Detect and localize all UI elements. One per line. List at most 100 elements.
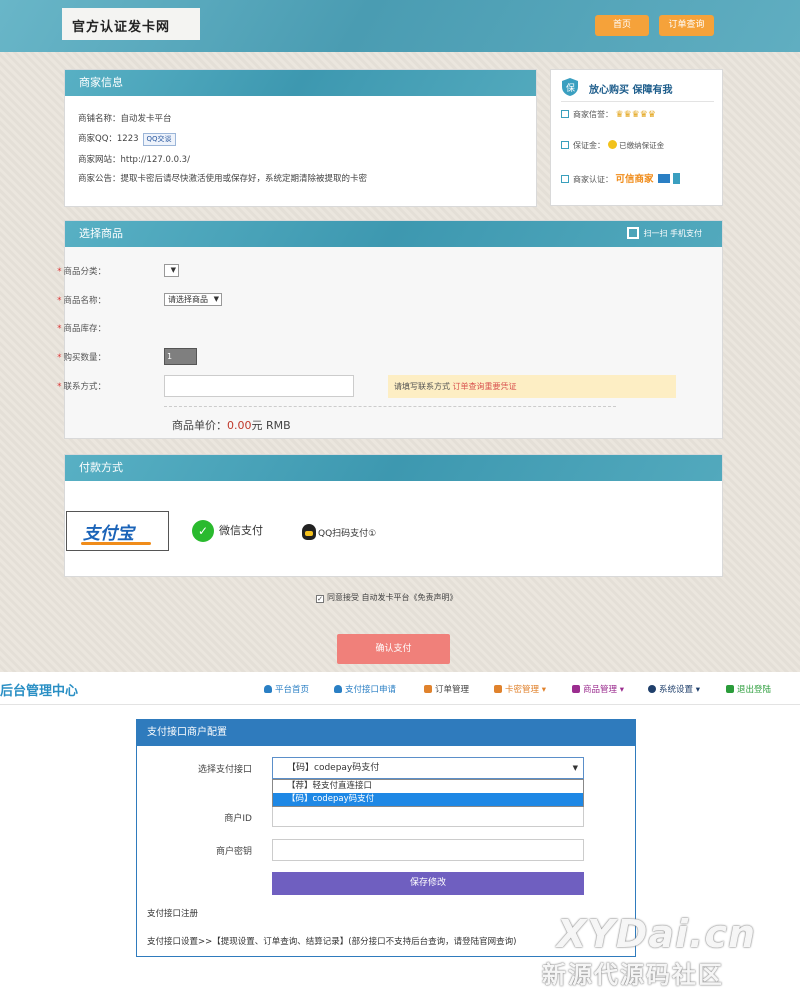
nav-card-manage[interactable]: 卡密管理 ▾ <box>494 683 546 695</box>
contact-hint-text: 请填写联系方式 <box>394 382 453 391</box>
merchant-id-input[interactable] <box>272 807 584 827</box>
dropdown-option[interactable]: 【荐】轻支付直连接口 <box>273 780 583 793</box>
cert-value: 可信商家 <box>615 174 654 185</box>
order-query-button[interactable]: 订单查询 <box>659 15 714 36</box>
product-name-label: * 商品名称： <box>57 296 106 306</box>
interface-settings-note[interactable]: 支付接口设置>>【提现设置、订单查询、结算记录】(部分接口不支持后台查询，请登陆… <box>147 935 516 947</box>
payment-title: 付款方式 <box>65 455 722 481</box>
stock-label: * 商品库存： <box>57 324 106 334</box>
nav-system-settings[interactable]: 系统设置 ▾ <box>648 683 700 695</box>
nav-label: 卡密管理 ▾ <box>505 685 546 695</box>
logout-icon <box>726 685 734 693</box>
scan-pay-label: 扫一扫 手机支付 <box>643 229 702 238</box>
wechat-pay-option[interactable]: ✓ 微信支付 <box>192 520 263 542</box>
top-header: 官方认证发卡网 首页 订单查询 <box>0 0 800 52</box>
wechat-pay-label: 微信支付 <box>219 524 263 537</box>
shield-icon: 保 <box>562 78 578 96</box>
contact-hint: 请填写联系方式 订单查询重要凭证 <box>388 375 676 398</box>
storefront: 官方认证发卡网 首页 订单查询 商家信息 商铺名称：自动发卡平台 商家QQ：12… <box>0 0 800 672</box>
trust-panel: 保 放心购买 保障有我 商家信誉： ♛♛♛♛♛ 保证金： 已缴纳保证金 商家认证… <box>550 69 723 206</box>
credit-row: 商家信誉： ♛♛♛♛♛ <box>561 109 656 120</box>
interface-select[interactable]: 【码】codepay码支付 ▼ <box>272 757 584 779</box>
chevron-down-icon: ▼ <box>170 266 176 274</box>
merchant-info-panel: 商家信息 商铺名称：自动发卡平台 商家QQ：1223 QQ交谈 商家网站：http… <box>64 69 537 207</box>
quantity-input[interactable]: 1 <box>164 348 197 365</box>
watermark-text: 新源代源码社区 <box>542 961 724 989</box>
product-select-value: 请选择商品 <box>168 295 208 304</box>
select-interface-label: 选择支付接口 <box>197 765 252 775</box>
merchant-qq-row: 商家QQ：1223 QQ交谈 <box>78 132 176 146</box>
contact-input[interactable] <box>164 375 354 397</box>
list-icon <box>424 685 432 693</box>
alipay-logo-text: 支付宝 <box>83 524 134 544</box>
crown-rating-icon: ♛♛♛♛♛ <box>615 110 656 120</box>
category-label: * 商品分类： <box>57 267 106 277</box>
contact-hint-emphasis: 订单查询重要凭证 <box>452 382 517 391</box>
cert-label: 商家认证： <box>573 175 613 184</box>
select-product-title: 选择商品 扫一扫 手机支付 <box>65 221 722 247</box>
chevron-down-icon: ▼ <box>213 295 219 303</box>
merchant-qq: 商家QQ：1223 <box>78 134 139 144</box>
merchant-key-label: 商户密钥 <box>215 847 252 857</box>
nav-platform-home[interactable]: 平台首页 <box>264 683 309 695</box>
chevron-down-icon: ▼ <box>572 764 578 772</box>
contact-label: * 联系方式： <box>57 382 106 392</box>
phone-icon <box>672 173 680 184</box>
scan-pay-link[interactable]: 扫一扫 手机支付 <box>627 221 702 247</box>
admin-brand[interactable]: 后台管理中心 <box>0 680 78 699</box>
gear-icon <box>648 685 656 693</box>
qq-pay-option[interactable]: QQ扫码支付① <box>302 524 376 540</box>
merchant-info-title: 商家信息 <box>65 70 536 96</box>
checkbox-checked-icon[interactable]: ✓ <box>316 595 324 603</box>
admin-navbar: 后台管理中心 平台首页 支付接口申请 订单管理 卡密管理 ▾ 商品管理 ▾ 系统… <box>0 672 800 705</box>
deposit-row: 保证金： 已缴纳保证金 <box>561 140 664 151</box>
qq-chat-button[interactable]: QQ交谈 <box>142 133 176 146</box>
interface-register-link[interactable]: 支付接口注册 <box>147 907 198 919</box>
nav-label: 平台首页 <box>275 685 310 695</box>
alipay-option[interactable]: 支付宝 <box>66 511 169 551</box>
product-name-label-text: 商品名称： <box>63 296 106 306</box>
price-value: 0.00 <box>227 419 252 432</box>
save-button[interactable]: 保存修改 <box>272 872 584 895</box>
card-icon <box>494 685 502 693</box>
deposit-label: 保证金： <box>573 141 605 150</box>
price-prefix: 商品单价： <box>172 419 227 432</box>
nav-label: 退出登陆 <box>737 685 772 695</box>
shop-name: 商铺名称：自动发卡平台 <box>78 114 172 124</box>
coin-icon <box>607 140 617 149</box>
stock-label-text: 商品库存： <box>63 324 106 334</box>
category-select[interactable]: ▼ <box>164 264 179 277</box>
cert-row: 商家认证： 可信商家 <box>561 171 680 185</box>
watermark-logo: XYDai.cn <box>557 912 757 956</box>
user-icon <box>264 685 272 693</box>
select-product-heading: 选择商品 <box>79 227 123 240</box>
svg-text:保: 保 <box>566 82 575 94</box>
wechat-check-icon: ✓ <box>192 520 214 542</box>
nav-logout[interactable]: 退出登陆 <box>726 683 771 695</box>
home-button[interactable]: 首页 <box>595 15 649 36</box>
payment-config-title: 支付接口商户配置 <box>137 720 635 746</box>
merchant-id-label: 商户ID <box>224 814 252 824</box>
quantity-label: * 购买数量： <box>57 353 106 363</box>
logo-text: 官方认证发卡网 <box>72 20 171 35</box>
deposit-value: 已缴纳保证金 <box>619 141 665 150</box>
qq-pay-label: QQ扫码支付① <box>318 529 377 539</box>
nav-product-manage[interactable]: 商品管理 ▾ <box>572 683 624 695</box>
nav-order-manage[interactable]: 订单管理 <box>424 683 469 695</box>
product-icon <box>572 685 580 693</box>
merchant-key-input[interactable] <box>272 839 584 861</box>
confirm-pay-button[interactable]: 确认支付 <box>337 634 450 664</box>
qrcode-icon <box>627 227 640 239</box>
dashed-divider <box>164 406 616 407</box>
agree-terms[interactable]: ✓ 同意接受 自动发卡平台《免责声明》 <box>316 592 458 603</box>
site-logo[interactable]: 官方认证发卡网 <box>62 8 200 40</box>
trust-title: 放心购买 保障有我 <box>589 85 673 96</box>
nav-payment-apply[interactable]: 支付接口申请 <box>334 683 396 695</box>
user-icon <box>334 685 342 693</box>
price-suffix: 元 RMB <box>251 419 291 432</box>
merchant-site: 商家网站：http://127.0.0.3/ <box>78 155 190 165</box>
dropdown-option-selected[interactable]: 【码】codepay码支付 <box>273 793 583 806</box>
product-select[interactable]: 请选择商品 ▼ <box>164 293 222 306</box>
qq-penguin-icon <box>302 524 316 540</box>
check-icon <box>561 175 569 183</box>
